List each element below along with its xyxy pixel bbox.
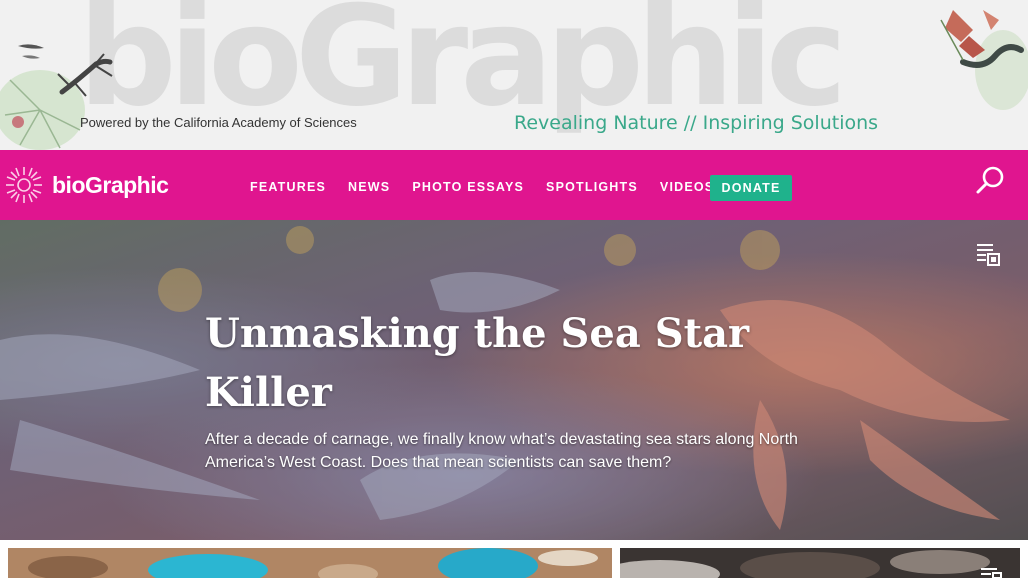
frog-leaf-illustration (0, 44, 113, 150)
main-navbar: bioGraphic FEATURES NEWS PHOTO ESSAYS SP… (0, 150, 1028, 220)
card-image-left (8, 548, 612, 578)
hero-title[interactable]: Unmasking the Sea Star Killer (205, 304, 765, 422)
feature-card-right[interactable] (620, 548, 1020, 578)
hero-description: After a decade of carnage, we finally kn… (205, 431, 798, 471)
nav-link-news[interactable]: NEWS (348, 176, 390, 198)
nav-link-videos[interactable]: VIDEOS (660, 176, 714, 198)
banner-wordmark[interactable]: bioGraphic (78, 0, 847, 126)
nav-link-features[interactable]: FEATURES (250, 176, 326, 198)
nav-link-spotlights[interactable]: SPOTLIGHTS (546, 176, 638, 198)
top-banner: bioGraphic Powered by the California Aca… (0, 0, 1028, 150)
hero-feature[interactable]: Unmasking the Sea Star Killer After a de… (0, 220, 1028, 540)
card-image-right (620, 548, 1020, 578)
powered-by-text[interactable]: Powered by the California Academy of Sci… (80, 115, 357, 130)
sunburst-logo-icon (6, 167, 42, 203)
snake-flower-illustration (940, 10, 1028, 110)
feature-card-left[interactable] (8, 548, 612, 578)
site-logo[interactable]: bioGraphic (4, 167, 169, 203)
donate-button[interactable]: DONATE (710, 175, 792, 201)
tagline: Revealing Nature // Inspiring Solutions (514, 112, 879, 134)
article-icon[interactable] (976, 242, 1000, 266)
search-icon[interactable] (975, 164, 1007, 196)
logo-text: bioGraphic (52, 171, 169, 198)
nav-links: FEATURES NEWS PHOTO ESSAYS SPOTLIGHTS VI… (250, 176, 736, 198)
nav-link-photo-essays[interactable]: PHOTO ESSAYS (412, 176, 524, 198)
card-article-icon[interactable] (980, 566, 1002, 578)
